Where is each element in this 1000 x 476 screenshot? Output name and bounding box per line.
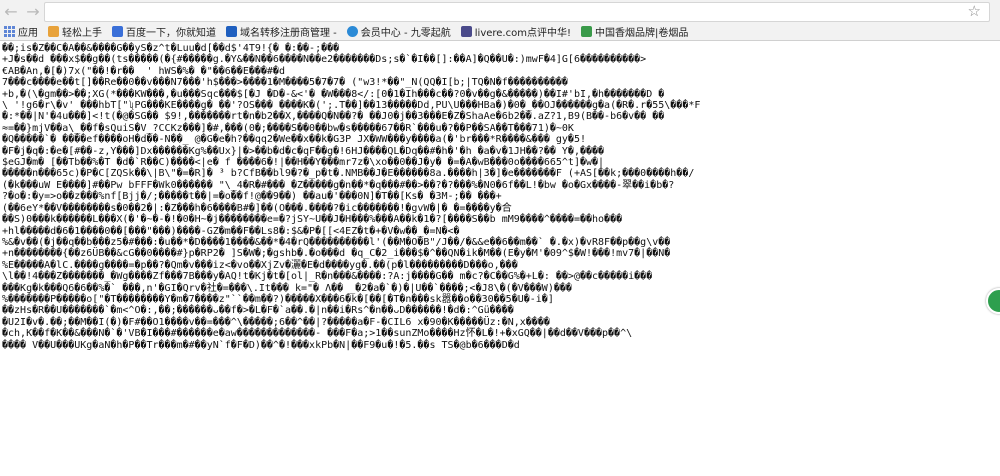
bookmark-label: 域名转移注册商管理 - (240, 27, 337, 39)
text-line: 7���c����e��t[]��Re��0��v���N7���'h$���>… (2, 77, 568, 89)
paw-icon (112, 25, 123, 37)
globe-icon (346, 25, 358, 37)
garbled-text-block: ��;is�Z��C�A��&����G��yS�z^t�Luu�d[��d$'… (0, 41, 1000, 351)
bookmark-item[interactable]: 域名转移注册商管理 - (222, 22, 343, 40)
text-line: �U2I�v�.��;��M��I(�)�F#��O1����v��=���^\… (2, 316, 550, 328)
text-line: \l��!4���Z�������_�Wg����Zf���7B���y�AQ!… (2, 271, 653, 283)
text-line: €AB�An,�[�)7x("��!�r�� ' hWS�%� �"��6��E… (2, 65, 285, 77)
bookmark-label: 应用 (18, 27, 38, 39)
bookmark-item[interactable]: 轻松上手 (44, 22, 108, 40)
text-line: ��zHs�R��U�������`�m<^O�:,��;������ᴗ��f�… (2, 305, 514, 317)
apps-grid-icon (4, 25, 15, 37)
back-arrow-icon[interactable]: ← (0, 0, 22, 22)
bookmark-item[interactable]: 中国香烟品牌|卷烟品 (577, 22, 694, 40)
text-line: %E�����A�lC.����g����=�p��?�Qm�v���iz<�v… (2, 259, 518, 271)
text-line: �����n���65c)�P�C[ZQSk��\|B\"�=�R]� ³ b?… (2, 168, 695, 180)
bookmark-label: livere.com点评中华! (474, 27, 571, 39)
text-line: +J�s��d ���x$��g��(ts�����(�{#�����g.�Y&… (2, 54, 647, 66)
text-line: %�������P�����o["�T��������Y�m�7����z"``… (2, 293, 554, 305)
text-line: ≈=��}mjV��a\_��f�sQuiS�V_?CCKz���]�#,���… (2, 122, 574, 134)
bookmarks-bar: 应用 轻松上手 百度一下，你就知道 域名转移注册商管理 - 会员中心 - 九零起… (0, 22, 1000, 41)
text-line: ��;is�Z��C�A��&����G��yS�z^t�Luu�d[��d$'… (2, 43, 340, 54)
bookmark-item[interactable]: livere.com点评中华! (457, 22, 577, 40)
favicon-icon (460, 25, 472, 37)
bookmark-item[interactable]: 百度一下，你就知道 (108, 22, 222, 40)
bookmark-item[interactable]: 会员中心 - 九零起航 (343, 22, 457, 40)
text-line: �F�j�q�:�e�[#��-z,Y���]Dx������Kg%��Ux}|… (2, 145, 605, 157)
browser-toolbar: ← → ☆ (0, 0, 1000, 22)
text-line: $eGJ�m� [��Tb��%�T �d�`R��C)����<|e� f �… (2, 157, 605, 169)
text-line: %&�v��(�j��q��b���z5�#���:�u��*�D����1��… (2, 236, 671, 248)
favicon-icon (48, 25, 59, 37)
bookmark-star-icon[interactable]: ☆ (968, 2, 981, 20)
text-line: \ '!g6�r\�v' ���hbT["ʯPG���KE����g� ��'?… (2, 100, 701, 112)
page-content: ��;is�Z��C�A��&����G��yS�z^t�Luu�d[��d$'… (0, 41, 1000, 476)
bookmark-label: 轻松上手 (62, 27, 102, 39)
text-line: ���� V��U���UKg�aN�h�P��Tr���m�#��yN`f�F… (2, 339, 520, 351)
bookmark-label: 百度一下，你就知道 (126, 27, 216, 39)
address-bar[interactable]: ☆ (44, 2, 990, 22)
bookmark-apps[interactable]: 应用 (0, 22, 44, 40)
text-line: ��S)0���k������L���X(�'�~�-�!�0�H~�j����… (2, 214, 623, 226)
text-line: +hl�����d�6�1����0��[���"���)����-GZ�m��… (2, 225, 460, 237)
text-line: �ch,K��f�K��&���N�`�'VB�I���#������e�aw�… (2, 328, 633, 340)
leaf-icon (580, 25, 592, 37)
text-line: �:*��|N'�4u���]<!t(�@�SG�� $9!,�������rt… (2, 111, 665, 123)
bookmark-label: 会员中心 - 九零起航 (360, 27, 451, 39)
text-line: (�k���uW E����]#��Pw bFFF�Wk0������ "\_4… (2, 179, 675, 191)
text-line: (��6eY*��V��������s�0��2�|:�Z���h�6����B… (2, 202, 512, 214)
text-line: �Q�����`� ����ef����oH�d��-N��_ @�G�e�h?… (2, 134, 586, 146)
forward-arrow-icon[interactable]: → (22, 0, 44, 22)
text-line: ?�o�:�y=>o��z���%nf[Bjj�/;�����t��|=�o��… (2, 191, 502, 203)
text-line: +n��������{��z6ÜB��&cG��0����#}p�RP2� ]S… (2, 248, 671, 260)
text-line: ���Kg�k���Q6�6��%�` ���,n'�GI�Qrv�社�=���… (2, 282, 572, 294)
favicon-icon (226, 25, 237, 37)
bookmark-label: 中国香烟品牌|卷烟品 (594, 27, 689, 39)
text-line: +b,�(\�gm��>��;XG(*���KW���,�u���Sqc���$… (2, 88, 665, 100)
